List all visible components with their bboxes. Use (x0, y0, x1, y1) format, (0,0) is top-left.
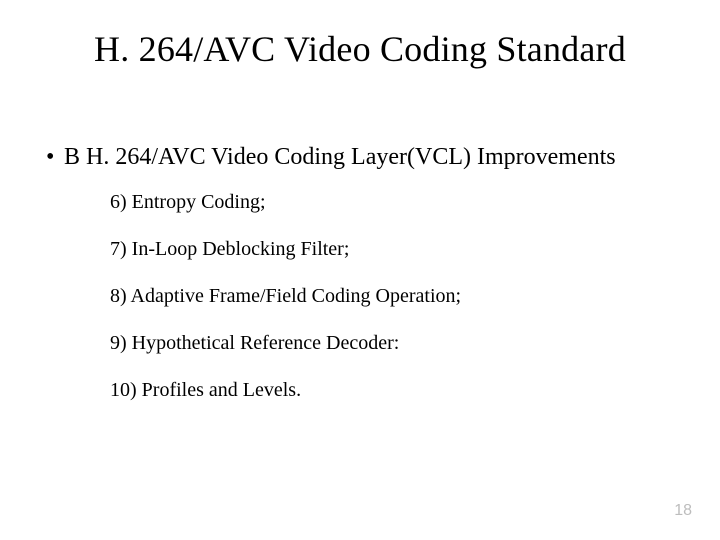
bullet-text: B H. 264/AVC Video Coding Layer(VCL) Imp… (64, 144, 616, 170)
list-item: 8) Adaptive Frame/Field Coding Operation… (110, 284, 660, 309)
bullet-marker: • (46, 142, 64, 172)
list-item: 9) Hypothetical Reference Decoder: (110, 331, 660, 356)
bullet-row: •B H. 264/AVC Video Coding Layer(VCL) Im… (46, 142, 680, 172)
page-number: 18 (674, 502, 692, 520)
list-item: 7) In-Loop Deblocking Filter; (110, 237, 660, 262)
slide: H. 264/AVC Video Coding Standard •B H. 2… (0, 0, 720, 540)
list-item: 10) Profiles and Levels. (110, 378, 660, 403)
slide-title: H. 264/AVC Video Coding Standard (0, 28, 720, 70)
list-item: 6) Entropy Coding; (110, 190, 660, 215)
item-list: 6) Entropy Coding; 7) In-Loop Deblocking… (110, 190, 660, 425)
